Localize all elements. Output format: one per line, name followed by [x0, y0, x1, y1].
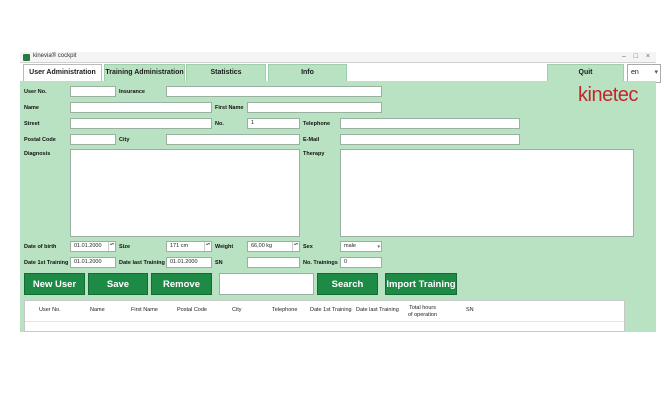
sex-value: male [344, 243, 356, 249]
save-button[interactable]: Save [88, 273, 148, 295]
column-header-telephone[interactable]: Telephone [272, 307, 297, 313]
house-no-input[interactable]: 1 [247, 118, 300, 129]
email-input[interactable] [340, 134, 520, 145]
new-user-button[interactable]: New User [24, 273, 85, 295]
insurance-input[interactable] [166, 86, 382, 97]
window-controls-icon[interactable]: – □ × [622, 53, 653, 60]
user-no-label: User No. [24, 89, 47, 95]
column-header-user-no[interactable]: User No. [39, 307, 61, 313]
user-no-input[interactable] [70, 86, 116, 97]
weight-input[interactable]: 66,00 kg ▴▾ [247, 241, 300, 252]
chevron-down-icon: ▾ [377, 244, 380, 250]
search-input[interactable] [219, 273, 314, 295]
therapy-label: Therapy [303, 151, 325, 157]
window-titlebar: kinevia® cockpit – □ × [20, 52, 656, 63]
date-of-birth-label: Date of birth [24, 244, 57, 250]
insurance-label: Insurance [119, 89, 145, 95]
date-of-birth-value: 01.01.2000 [74, 243, 102, 249]
name-label: Name [24, 105, 39, 111]
size-input[interactable]: 171 cm ▴▾ [166, 241, 212, 252]
telephone-input[interactable] [340, 118, 520, 129]
diagnosis-label: Diagnosis [24, 151, 51, 157]
size-value: 171 cm [170, 243, 189, 249]
house-no-label: No. [215, 121, 224, 127]
tab-training-administration[interactable]: Training Administration [104, 64, 185, 82]
therapy-textarea[interactable] [340, 149, 634, 237]
search-button[interactable]: Search [317, 273, 378, 295]
column-header-first-name[interactable]: First Name [131, 307, 158, 313]
column-header-sn[interactable]: SN [466, 307, 474, 313]
remove-button[interactable]: Remove [151, 273, 212, 295]
date-last-training-label: Date last Training [119, 260, 165, 266]
spinner-icon[interactable]: ▴▾ [292, 241, 299, 251]
date-last-training-input[interactable]: 01.01.2000 [166, 257, 212, 268]
spinner-icon[interactable]: ▴▾ [108, 241, 115, 251]
table-header-divider [25, 321, 624, 322]
size-label: Size [119, 244, 131, 250]
language-value: en [631, 69, 639, 76]
no-trainings-label: No. Trainings [303, 260, 338, 266]
tab-strip: User Administration Training Administrat… [20, 63, 661, 83]
weight-value: 66,00 kg [251, 243, 273, 249]
first-name-input[interactable] [247, 102, 382, 113]
first-name-label: First Name [215, 105, 244, 111]
window-title: kinevia® cockpit [33, 53, 77, 59]
import-training-button[interactable]: Import Training [385, 273, 457, 295]
no-trainings-input[interactable]: 0 [340, 257, 382, 268]
tab-statistics[interactable]: Statistics [186, 64, 266, 82]
app-icon [23, 54, 30, 61]
city-input[interactable] [166, 134, 300, 145]
spinner-icon[interactable]: ▴▾ [204, 241, 211, 251]
column-header-date-1st-training[interactable]: Date 1st Training [310, 307, 352, 313]
column-header-name[interactable]: Name [90, 307, 105, 313]
kinetec-logo: kinetec [578, 84, 638, 106]
diagnosis-textarea[interactable] [70, 149, 300, 237]
column-header-postal-code[interactable]: Postal Code [177, 307, 207, 313]
quit-button[interactable]: Quit [547, 64, 624, 82]
tab-user-administration[interactable]: User Administration [23, 64, 102, 82]
email-label: E-Mail [303, 137, 320, 143]
date-1st-training-input[interactable]: 01.01.2000 [70, 257, 116, 268]
sn-input[interactable] [247, 257, 300, 268]
street-label: Street [24, 121, 40, 127]
city-label: City [119, 137, 130, 143]
column-header-total-hours[interactable]: Total hours of operation [408, 305, 437, 319]
date-1st-training-label: Date 1st Training [24, 260, 69, 266]
sex-label: Sex [303, 244, 313, 250]
telephone-label: Telephone [303, 121, 331, 127]
name-input[interactable] [70, 102, 212, 113]
postal-code-input[interactable] [70, 134, 116, 145]
postal-code-label: Postal Code [24, 137, 56, 143]
sn-label: SN [215, 260, 223, 266]
column-header-date-last-training[interactable]: Date last Training [356, 307, 399, 313]
weight-label: Weight [215, 244, 234, 250]
date-of-birth-input[interactable]: 01.01.2000 ▴▾ [70, 241, 116, 252]
user-table: User No. Name First Name Postal Code Cit… [24, 300, 625, 332]
street-input[interactable] [70, 118, 212, 129]
tab-info[interactable]: Info [268, 64, 347, 82]
sex-select[interactable]: male ▾ [340, 241, 382, 252]
column-header-city[interactable]: City [232, 307, 241, 313]
chevron-down-icon: ▾ [654, 69, 658, 76]
